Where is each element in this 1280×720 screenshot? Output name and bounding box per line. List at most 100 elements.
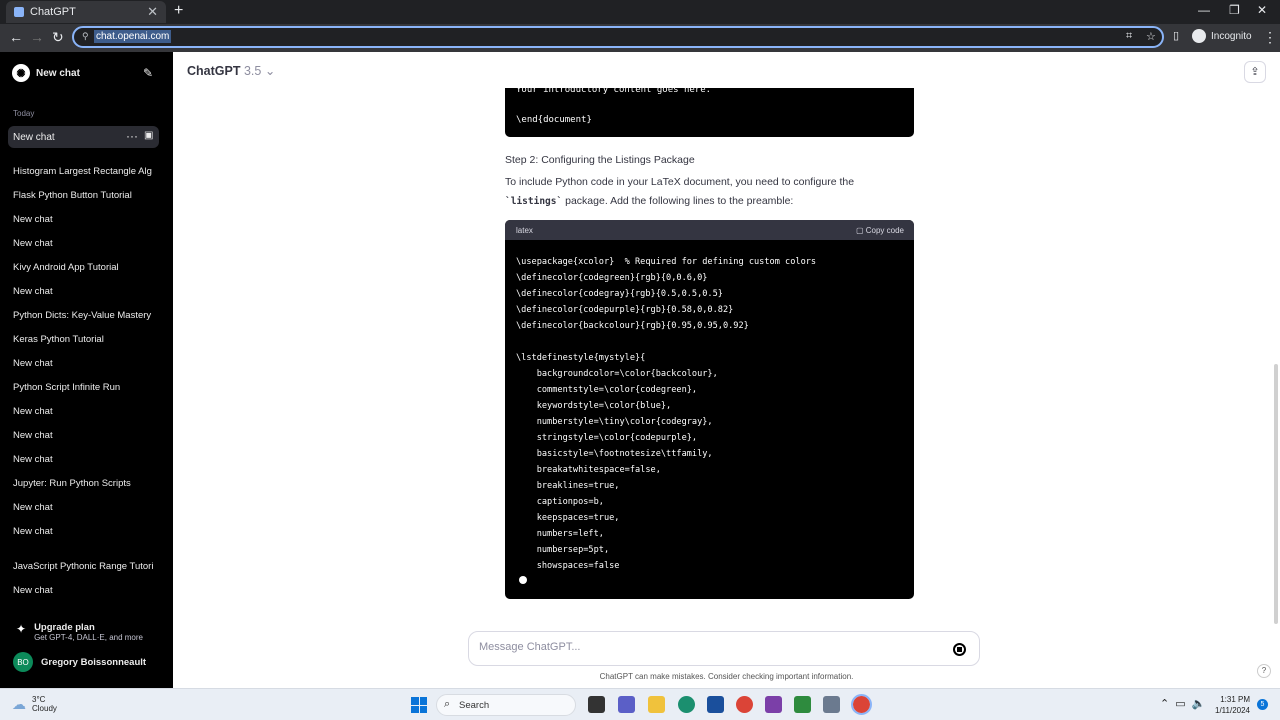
active-chat-item[interactable]: New chat ··· ▣ xyxy=(8,126,159,148)
url-text[interactable]: chat.openai.com xyxy=(94,30,172,43)
chevron-down-icon: ⌄ xyxy=(264,64,276,78)
user-menu-button[interactable]: BO Gregory Boissonneault xyxy=(13,652,146,672)
back-icon[interactable]: ← xyxy=(9,29,23,45)
chat-item[interactable]: New chat xyxy=(13,238,153,249)
site-info-icon[interactable]: ⚲ xyxy=(82,31,89,42)
close-window-icon[interactable]: ✕ xyxy=(1257,3,1267,17)
user-name: Gregory Boissonneault xyxy=(41,656,147,668)
archive-icon[interactable]: ▣ xyxy=(144,130,153,141)
copy-code-button[interactable]: ▢ Copy code xyxy=(856,226,904,235)
chat-app-icon[interactable] xyxy=(618,696,635,713)
paragraph-text: package. Add the following lines to the … xyxy=(562,194,794,207)
share-icon[interactable]: ⇪ xyxy=(1244,61,1266,83)
chat-item[interactable]: Python Dicts: Key-Value Mastery xyxy=(13,310,153,321)
model-version: 3.5 xyxy=(243,64,262,78)
windows-start-icon[interactable] xyxy=(411,697,427,713)
upgrade-plan-button[interactable]: ✦ Upgrade plan Get GPT-4, DALL·E, and mo… xyxy=(16,622,143,642)
search-label: Search xyxy=(459,700,490,711)
chat-item[interactable]: New chat xyxy=(13,358,153,369)
more-options-icon[interactable]: ··· xyxy=(126,129,138,143)
clock[interactable]: 1:31 PM 1/11/2024 xyxy=(1215,694,1250,716)
message-input[interactable] xyxy=(479,641,919,653)
forward-icon[interactable]: → xyxy=(30,29,44,45)
chat-item[interactable]: New chat xyxy=(13,502,153,513)
incognito-icon xyxy=(1192,29,1206,43)
close-tab-icon[interactable]: ✕ xyxy=(147,4,158,20)
app-icon[interactable] xyxy=(765,696,782,713)
cloud-icon: ☁ xyxy=(12,695,26,712)
system-tray: ⌃ ▭ 🔈 xyxy=(1160,697,1205,710)
inline-code: `listings` xyxy=(505,195,563,207)
message-box[interactable] xyxy=(468,631,980,666)
chat-item[interactable]: New chat xyxy=(13,214,153,225)
active-chat-label: New chat xyxy=(13,132,55,143)
time: 1:31 PM xyxy=(1220,695,1250,704)
chevron-up-icon[interactable]: ⌃ xyxy=(1160,697,1169,710)
main-panel: ChatGPT 3.5 ⌄ ⇪ Your introductory conten… xyxy=(173,52,1280,688)
sparkle-icon: ✦ xyxy=(16,622,27,636)
chat-item[interactable]: Histogram Largest Rectangle Alg xyxy=(13,166,153,177)
response-paragraph: To include Python code in your LaTeX doc… xyxy=(505,173,925,211)
chat-item[interactable]: Keras Python Tutorial xyxy=(13,334,153,345)
weather-widget[interactable]: ☁ 3°C Cloudy xyxy=(12,695,57,713)
section-today-label: Today xyxy=(13,109,35,118)
store-icon[interactable] xyxy=(707,696,724,713)
date: 1/11/2024 xyxy=(1215,706,1250,715)
reload-icon[interactable]: ↻ xyxy=(52,29,64,46)
help-icon[interactable]: ? xyxy=(1257,664,1271,678)
address-bar[interactable]: ⚲ chat.openai.com ⌗ ☆ xyxy=(72,26,1164,48)
disclaimer: ChatGPT can make mistakes. Consider chec… xyxy=(599,672,854,681)
new-tab-button[interactable]: + xyxy=(174,2,183,20)
sidepanel-icon[interactable]: ▯ xyxy=(1173,29,1179,42)
avatar: BO xyxy=(13,652,33,672)
tab-title: ChatGPT xyxy=(30,6,76,18)
code-line: Your introductory content goes here. xyxy=(516,85,712,95)
openai-logo-icon: ✺ xyxy=(12,64,30,82)
chat-item[interactable]: Jupyter: Run Python Scripts xyxy=(13,478,153,489)
chat-item[interactable]: New chat xyxy=(13,430,153,441)
chat-item[interactable]: New chat xyxy=(13,585,153,596)
compose-icon[interactable]: ✎ xyxy=(143,66,153,80)
file-explorer-icon[interactable] xyxy=(648,696,665,713)
copy-code-label: Copy code xyxy=(865,226,904,235)
new-chat-label: New chat xyxy=(36,67,80,79)
sidebar: ✺ New chat ✎ Today New chat ··· ▣ Histog… xyxy=(0,52,173,688)
network-icon[interactable]: ▭ xyxy=(1175,697,1185,710)
app-icon[interactable] xyxy=(823,696,840,713)
scrollbar[interactable] xyxy=(1274,364,1278,624)
temperature: 3°C xyxy=(32,695,46,704)
chrome-icon[interactable] xyxy=(736,696,753,713)
new-chat-button[interactable]: ✺ New chat xyxy=(12,64,80,82)
chrome-active-icon[interactable] xyxy=(851,694,872,715)
spreadsheet-icon[interactable] xyxy=(794,696,811,713)
model-selector[interactable]: ChatGPT 3.5 ⌄ xyxy=(187,63,275,78)
chat-item[interactable]: New chat xyxy=(13,454,153,465)
code-block: latex ▢ Copy code \usepackage{xcolor} % … xyxy=(505,220,914,599)
notification-badge[interactable]: 5 xyxy=(1257,699,1268,710)
code-language: latex xyxy=(516,226,533,235)
chat-item[interactable]: Python Script Infinite Run xyxy=(13,382,153,393)
browser-menu-icon[interactable]: ⋮ xyxy=(1263,29,1277,46)
chat-item[interactable]: Kivy Android App Tutorial xyxy=(13,262,153,273)
taskview-icon[interactable] xyxy=(588,696,605,713)
incognito-eye-icon[interactable]: ⌗ xyxy=(1126,30,1132,43)
maximize-icon[interactable]: ❐ xyxy=(1229,3,1240,17)
code-block-header: latex ▢ Copy code xyxy=(505,220,914,240)
incognito-label: Incognito xyxy=(1211,30,1252,42)
volume-icon[interactable]: 🔈 xyxy=(1192,697,1206,710)
taskbar-search[interactable]: ⌕ Search xyxy=(436,694,576,716)
chat-item[interactable]: New chat xyxy=(13,286,153,297)
incognito-indicator[interactable]: Incognito xyxy=(1192,29,1252,43)
code-content: \usepackage{xcolor} % Required for defin… xyxy=(516,257,817,571)
stop-generating-icon[interactable] xyxy=(953,643,966,656)
taskbar: ☁ 3°C Cloudy ⌕ Search ⌃ ▭ 🔈 1:31 PM 1/11… xyxy=(0,688,1280,720)
bookmark-star-icon[interactable]: ☆ xyxy=(1146,30,1156,43)
chatgpt-favicon-icon xyxy=(14,7,24,17)
chat-item[interactable]: New chat xyxy=(13,526,153,537)
chat-item[interactable]: New chat xyxy=(13,406,153,417)
chat-item[interactable]: JavaScript Pythonic Range Tutori xyxy=(13,561,153,572)
chat-item[interactable]: Flask Python Button Tutorial xyxy=(13,190,153,201)
minimize-icon[interactable]: — xyxy=(1198,3,1210,17)
edge-browser-icon[interactable] xyxy=(678,696,695,713)
browser-tab[interactable]: ChatGPT ✕ xyxy=(6,1,166,23)
